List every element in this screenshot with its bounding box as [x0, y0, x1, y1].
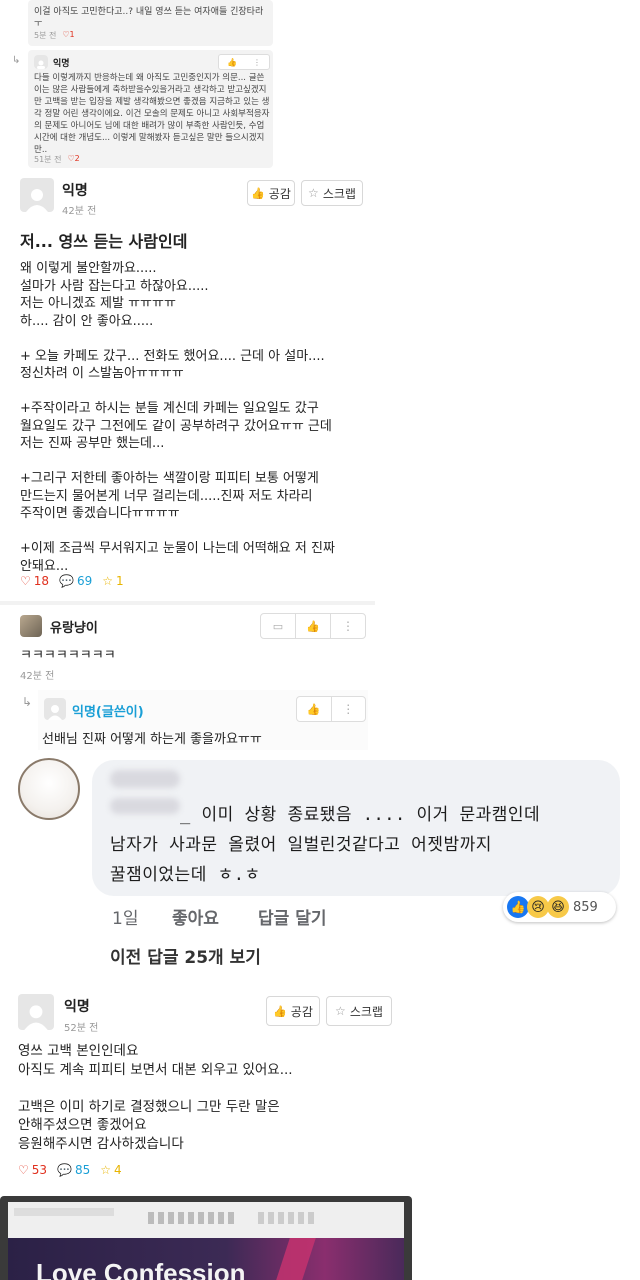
fb-avatar: [18, 758, 80, 820]
star-icon: ☆: [100, 1163, 112, 1177]
reply-text: 다들 이렇게까지 반응하는데 왜 아직도 고민중인지가 의문... 글쓴이는 많…: [34, 73, 270, 155]
reply-meta: 51분 전 ♡2: [34, 154, 80, 165]
empathy-button[interactable]: 👍 공감: [247, 180, 295, 206]
comment-text: ㅋㅋㅋㅋㅋㅋㅋㅋ: [20, 648, 116, 663]
star-icon: ☆: [335, 1004, 346, 1018]
scrap-label: 스크랩: [322, 186, 356, 201]
speech-bubble-icon: 💬: [57, 1163, 72, 1177]
scrap-count: ☆ 1: [102, 574, 124, 588]
post-stats: ♡ 18 💬 69 ☆ 1: [20, 574, 124, 588]
post-body: 영쓰 고백 본인인데요 아직도 계속 피피티 보면서 대본 외우고 있어요...…: [18, 1043, 293, 1152]
more-icon[interactable]: ⋮: [332, 697, 366, 721]
fb-comment-text: 꿀잼이었는데 ㅎ.ㅎ: [110, 865, 261, 885]
scrap-button[interactable]: ☆ 스크랩: [326, 996, 392, 1026]
comment-count: 💬 69: [59, 574, 93, 588]
post-author: 익명: [62, 183, 88, 199]
blurred-author-name: [110, 770, 180, 788]
post-time: 42분 전: [62, 206, 97, 217]
like-count: ♡ 53: [18, 1163, 48, 1177]
heart-icon: ♡: [20, 574, 31, 588]
reply-author: 익명: [53, 59, 70, 69]
scrap-label: 스크랩: [349, 1004, 383, 1019]
fb-like-link[interactable]: 좋아요: [172, 904, 219, 929]
empathy-button[interactable]: 👍 공감: [266, 996, 320, 1026]
reply-text: 선배님 진짜 어떻게 하는게 좋을까요ㅠㅠ: [42, 732, 262, 747]
empathy-label: 공감: [290, 1004, 313, 1019]
avatar: [20, 615, 42, 637]
reply-time: 51분 전: [34, 155, 62, 164]
ppt-photo: Love Confession: [0, 1196, 412, 1280]
reply-actions[interactable]: 👍 ⋮: [218, 54, 270, 70]
comment-author: 유랑냥이: [50, 621, 98, 636]
heart-icon: ♡: [18, 1163, 29, 1177]
sad-reaction-icon: 😢: [527, 896, 549, 918]
thumb-up-icon[interactable]: 👍: [227, 58, 237, 67]
reply-meta: 5분 전 ♡1: [34, 30, 75, 41]
reply-time: 5분 전: [34, 31, 57, 40]
fb-comment-bubble: _ 이미 상황 종료됐음 .... 이거 문과캠인데 남자가 사과문 올렸어 일…: [92, 760, 620, 896]
reply-actions: 👍 ⋮: [296, 696, 366, 722]
fb-view-more-replies[interactable]: 이전 답글 25개 보기: [110, 943, 261, 968]
fb-reactions[interactable]: 👍 😢 😆 859: [503, 892, 616, 922]
speech-bubble-icon: 💬: [59, 574, 74, 588]
post-body: 왜 이렇게 불안할까요..... 설마가 사람 잡는다고 하잖아요..... 저…: [20, 261, 335, 574]
fb-comment-text: _ 이미 상황 종료됐음 .... 이거 문과캠인데: [180, 805, 541, 825]
comment: 유랑냥이 ▭ 👍 ⋮ ㅋㅋㅋㅋㅋㅋㅋㅋ 42분 전: [0, 607, 375, 687]
thumb-up-icon: 👍: [273, 1004, 287, 1018]
fb-comment-text: 남자가 사과문 올렸어 일벌린것같다고 어젯밤까지: [110, 835, 492, 855]
reply-card-top: 이걸 아직도 고민한다고..? 내일 영쓰 듣는 여자애들 긴장타라 ㅜ 5분 …: [28, 0, 273, 46]
divider: [0, 601, 375, 605]
scrap-count: ☆ 4: [100, 1163, 122, 1177]
avatar: [44, 698, 66, 720]
fb-reply-link[interactable]: 답글 달기: [258, 904, 326, 929]
star-icon: ☆: [308, 186, 319, 200]
reply-indent-icon: ↳: [22, 695, 33, 709]
thumb-up-icon[interactable]: 👍: [297, 697, 332, 721]
reply-indent-icon: ↳: [12, 55, 21, 66]
more-icon[interactable]: ⋮: [331, 614, 365, 638]
ppt-slide: Love Confession: [8, 1238, 404, 1280]
reply-card: 익명 👍 ⋮ 다들 이렇게까지 반응하는데 왜 아직도 고민중인지가 의문... …: [28, 50, 273, 168]
avatar: [34, 55, 48, 69]
like-count: ♡2: [67, 154, 80, 163]
reaction-count: 859: [573, 899, 598, 915]
empathy-label: 공감: [268, 186, 291, 201]
ppt-title: Love Confession: [36, 1258, 246, 1280]
post-author: 익명: [64, 999, 90, 1015]
like-reaction-icon: 👍: [507, 896, 529, 918]
star-icon: ☆: [102, 574, 114, 588]
thumb-up-icon: 👍: [251, 186, 265, 200]
blurred-author-name: [110, 798, 180, 814]
thumb-up-icon[interactable]: 👍: [296, 614, 331, 638]
like-count: ♡ 18: [20, 574, 50, 588]
laugh-reaction-icon: 😆: [547, 896, 569, 918]
post: 익명 52분 전 👍 공감 ☆ 스크랩 영쓰 고백 본인인데요 아직도 계속 피…: [0, 990, 400, 1185]
comment-time: 42분 전: [20, 671, 55, 682]
reply-text: 이걸 아직도 고민한다고..? 내일 영쓰 듣는 여자애들 긴장타라 ㅜ: [34, 7, 264, 29]
ppt-toolbar: [8, 1202, 404, 1238]
post-title: 저... 영쓰 듣는 사람인데: [20, 232, 188, 251]
fb-comment-time: 1일: [112, 909, 139, 929]
post-time: 52분 전: [64, 1023, 99, 1034]
reply-icon[interactable]: ▭: [261, 614, 296, 638]
more-icon[interactable]: ⋮: [253, 58, 261, 67]
avatar: [18, 994, 54, 1030]
avatar: [20, 178, 54, 212]
post-stats: ♡ 53 💬 85 ☆ 4: [18, 1163, 122, 1177]
reply-author: 익명(글쓴이): [72, 705, 144, 720]
post: 익명 42분 전 👍 공감 ☆ 스크랩 저... 영쓰 듣는 사람인데 왜 이렇…: [0, 172, 375, 600]
reply: 익명(글쓴이) 👍 ⋮ 선배님 진짜 어떻게 하는게 좋을까요ㅠㅠ: [38, 690, 368, 750]
like-count: ♡1: [62, 30, 75, 39]
comment-actions: ▭ 👍 ⋮: [260, 613, 366, 639]
comment-count: 💬 85: [57, 1163, 91, 1177]
scrap-button[interactable]: ☆ 스크랩: [301, 180, 363, 206]
